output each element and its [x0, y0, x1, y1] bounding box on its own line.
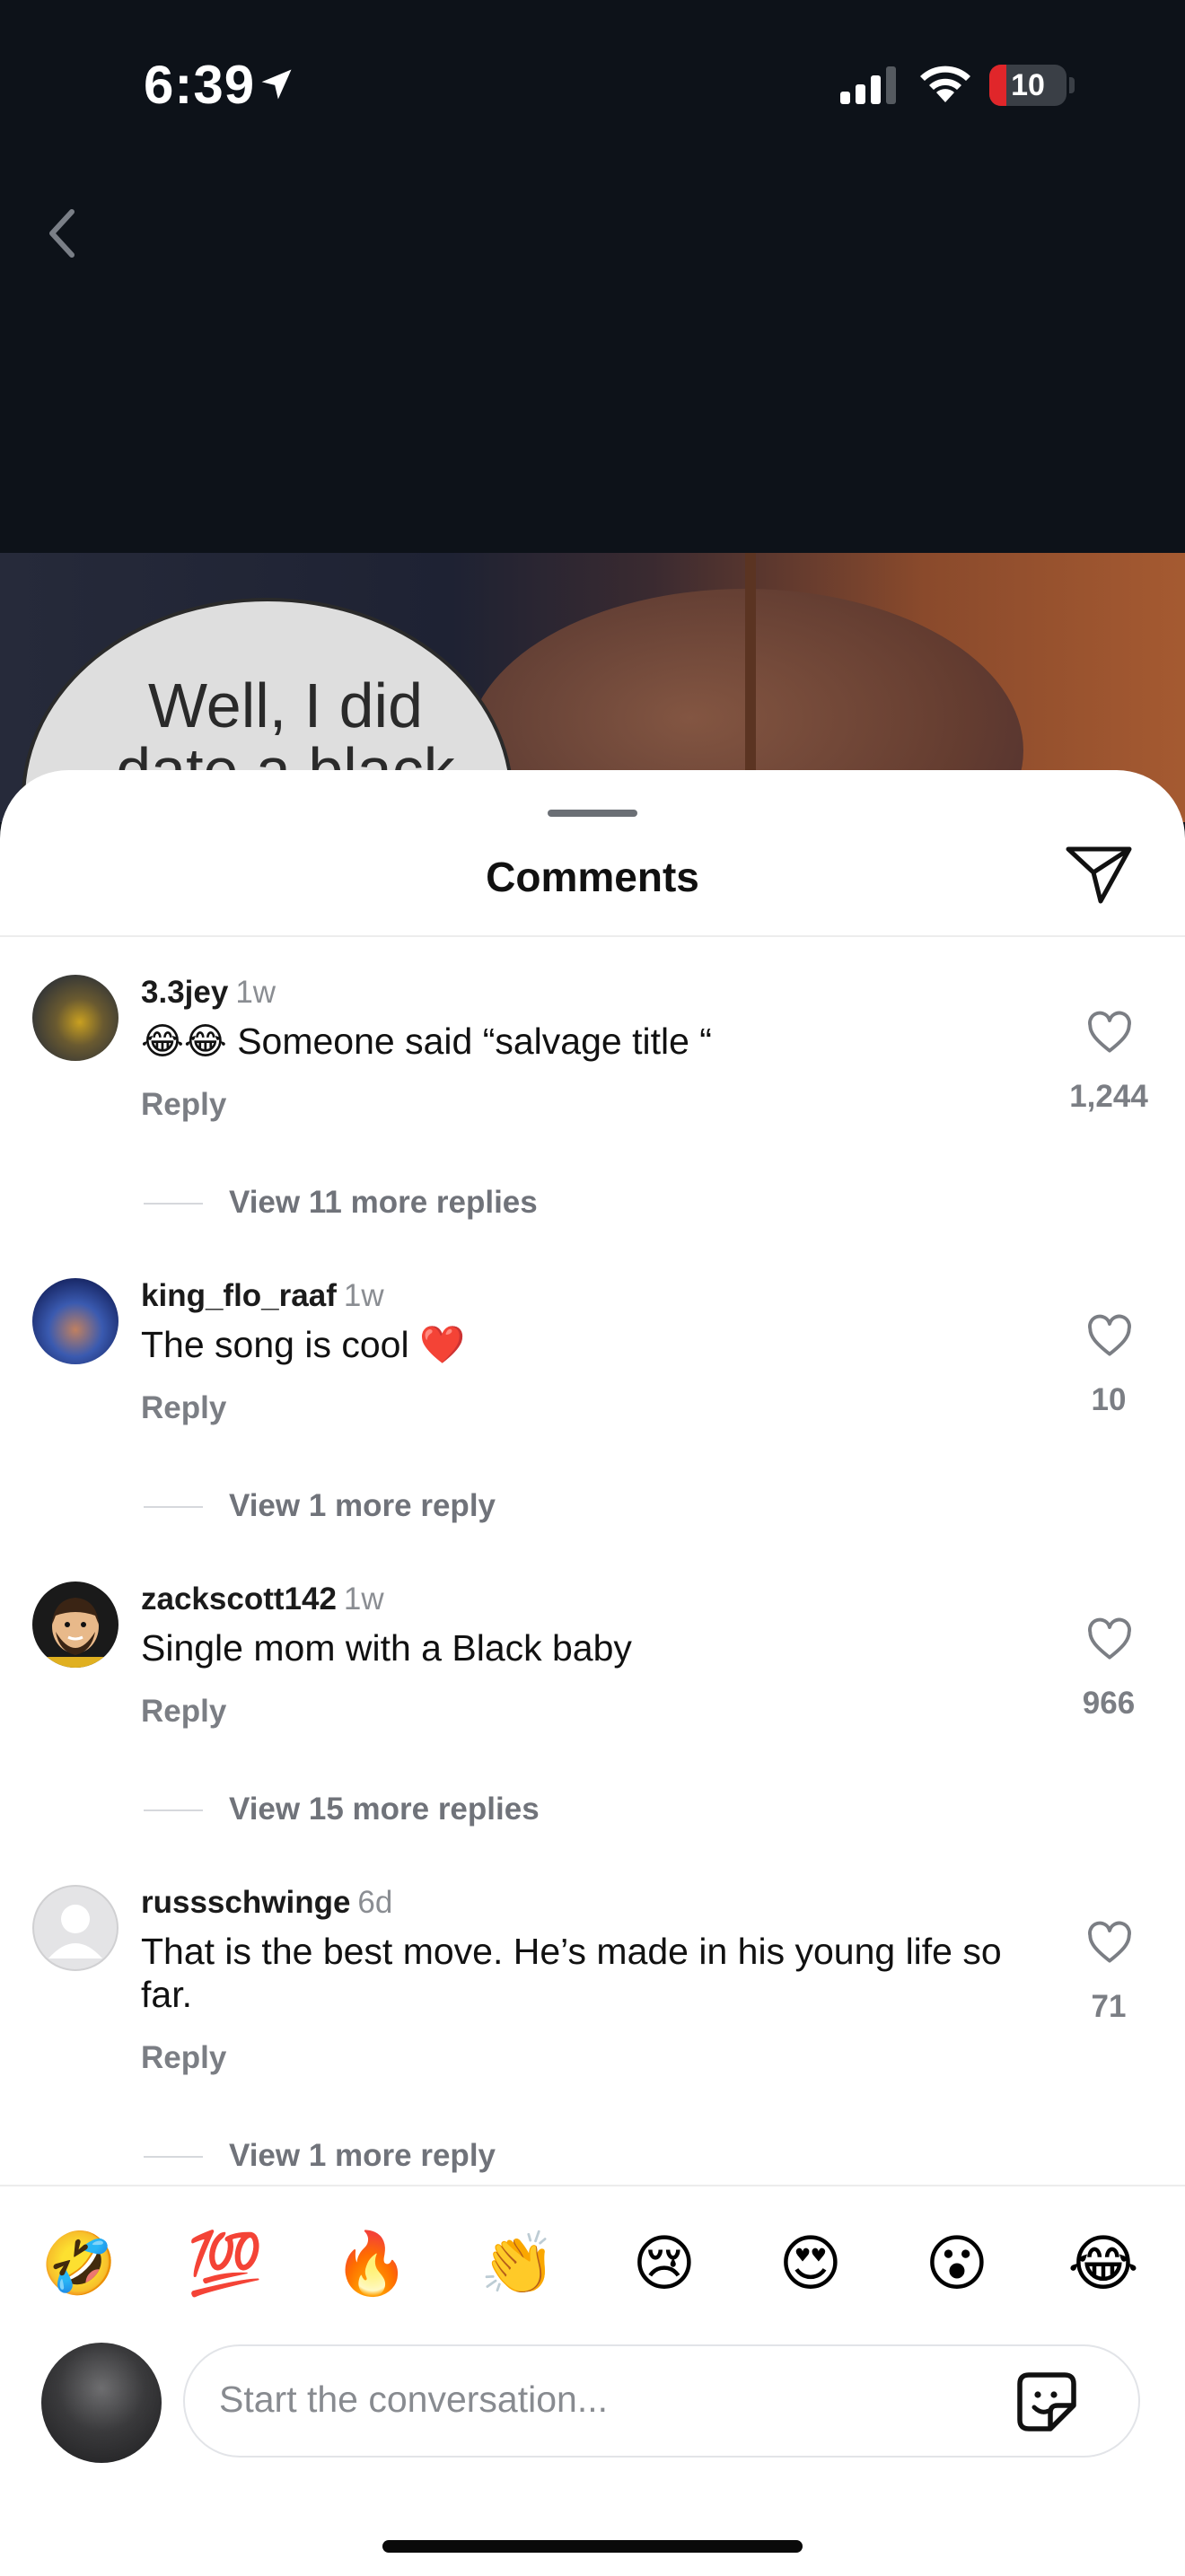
emoji-crying[interactable]: 😢: [619, 2228, 709, 2300]
comment-time: 1w: [343, 1582, 384, 1617]
view-replies-button[interactable]: View 15 more replies: [229, 1792, 540, 1827]
comment-item: russschwinge 6d That is the best move. He…: [0, 1885, 1185, 2208]
comment-text: That is the best move. He’s made in his …: [141, 1931, 1002, 2015]
battery-percent: 10: [1011, 68, 1045, 102]
view-replies-button[interactable]: View 1 more reply: [229, 2138, 496, 2174]
avatar[interactable]: [32, 975, 118, 1061]
comment-composer: 🤣 💯 🔥 👏 😢 😍 😮 😂 Start the conversation..…: [0, 2185, 1185, 2576]
comment-text: 😂😂 Someone said “salvage title “: [141, 1021, 712, 1062]
like-count: 71: [1091, 1989, 1127, 2024]
emoji-surprised[interactable]: 😮: [912, 2228, 1002, 2300]
cellular-signal-icon: [840, 66, 896, 104]
default-avatar-icon: [48, 1905, 102, 1958]
heart-icon[interactable]: [1086, 1617, 1133, 1660]
comment-input[interactable]: Start the conversation...: [183, 2344, 1140, 2458]
send-icon[interactable]: [1065, 844, 1133, 905]
sheet-grabber-handle[interactable]: [548, 810, 637, 817]
avatar[interactable]: [32, 1278, 118, 1364]
emoji-rofl[interactable]: 🤣: [34, 2228, 124, 2300]
heart-icon[interactable]: [1086, 1314, 1133, 1357]
reply-button[interactable]: Reply: [141, 1694, 226, 1730]
emoji-heart-eyes[interactable]: 😍: [766, 2228, 856, 2300]
avatar-cartoon-icon: [41, 1598, 110, 1668]
avatar[interactable]: [32, 1885, 118, 1971]
reply-button[interactable]: Reply: [141, 1087, 226, 1123]
heart-icon[interactable]: [1086, 1921, 1133, 1964]
battery-icon: 10: [989, 65, 1075, 106]
header-divider: [0, 935, 1185, 937]
emoji-fire[interactable]: 🔥: [327, 2228, 417, 2300]
emoji-joy[interactable]: 😂: [1058, 2228, 1148, 2300]
like-count: 10: [1091, 1382, 1127, 1417]
sticker-icon[interactable]: [1014, 2370, 1079, 2434]
comment-time: 6d: [357, 1885, 393, 1920]
comment-time: 1w: [235, 975, 276, 1010]
comment-item: 3.3jey 1w 😂😂 Someone said “salvage title …: [0, 975, 1185, 1244]
avatar[interactable]: [32, 1582, 118, 1668]
heart-icon[interactable]: [1086, 1011, 1133, 1054]
comment-author[interactable]: king_flo_raaf: [141, 1278, 337, 1313]
comment-text: The song is cool ❤️: [141, 1324, 465, 1365]
reply-button[interactable]: Reply: [141, 2040, 226, 2076]
wifi-icon: [920, 66, 970, 102]
view-replies-button[interactable]: View 11 more replies: [229, 1185, 538, 1221]
emoji-hundred[interactable]: 💯: [180, 2228, 270, 2300]
emoji-clap[interactable]: 👏: [473, 2228, 563, 2300]
comment-item: king_flo_raaf 1w The song is cool ❤️ Repl…: [0, 1278, 1185, 1547]
status-bar: 6:39 10: [0, 0, 1185, 171]
comment-time: 1w: [343, 1278, 384, 1313]
view-replies-button[interactable]: View 1 more reply: [229, 1488, 496, 1524]
comment-author[interactable]: zackscott142: [141, 1582, 337, 1617]
comment-author[interactable]: russschwinge: [141, 1885, 350, 1920]
sheet-title: Comments: [486, 854, 699, 900]
comment-text: Single mom with a Black baby: [141, 1627, 632, 1669]
location-arrow-icon: [261, 69, 292, 100]
status-time: 6:39: [144, 55, 256, 115]
comment-author[interactable]: 3.3jey: [141, 975, 228, 1010]
like-count: 966: [1082, 1686, 1136, 1721]
chevron-left-icon[interactable]: [45, 206, 81, 260]
current-user-avatar: [41, 2343, 162, 2463]
reply-button[interactable]: Reply: [141, 1390, 226, 1426]
like-count: 1,244: [1069, 1079, 1148, 1114]
comment-item: zackscott142 1w Single mom with a Black b…: [0, 1582, 1185, 1851]
comment-input-placeholder: Start the conversation...: [219, 2379, 609, 2420]
home-indicator: [382, 2540, 803, 2553]
